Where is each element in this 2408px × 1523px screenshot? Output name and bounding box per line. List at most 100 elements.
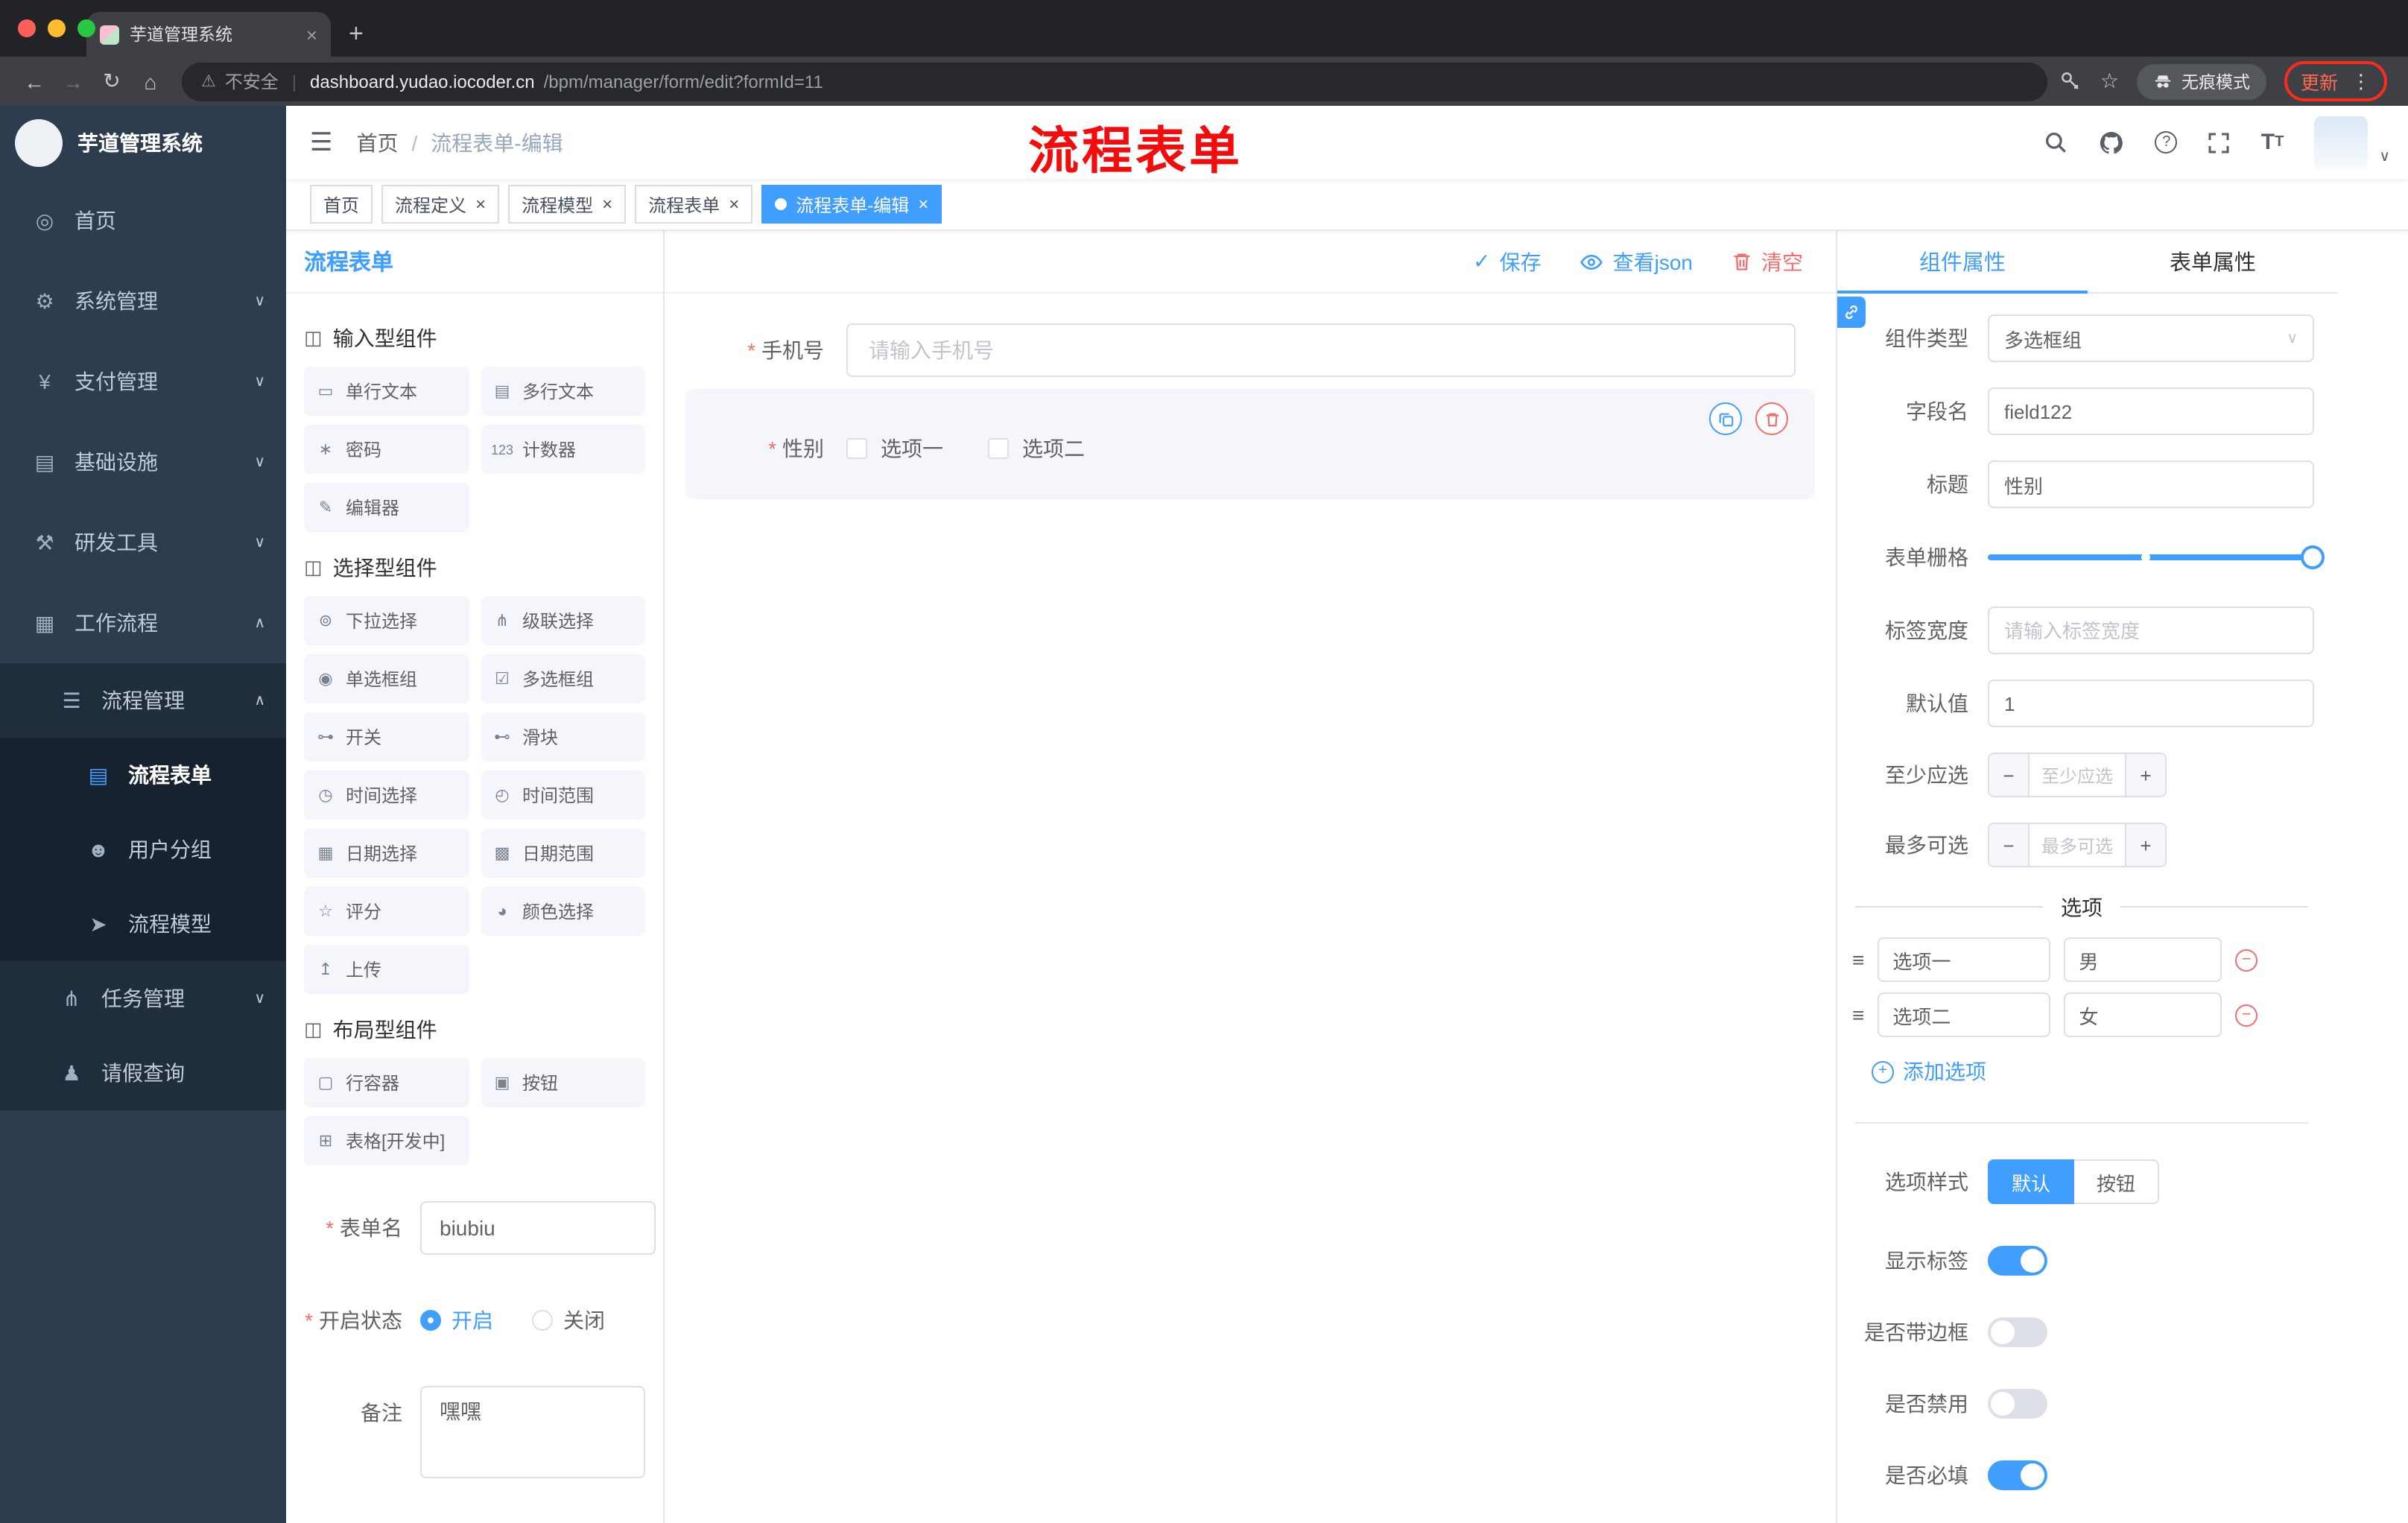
sidebar-item-system[interactable]: ⚙ 系统管理 ∨	[0, 261, 286, 341]
component-single-line-text[interactable]: ▭ 单行文本	[304, 367, 469, 416]
update-button[interactable]: 更新	[2301, 67, 2338, 95]
component-date-range[interactable]: ▩ 日期范围	[481, 829, 645, 878]
address-bar[interactable]: ⚠ 不安全 | dashboard.yudao.iocoder.cn /bpm/…	[182, 62, 2048, 101]
component-multi-line-text[interactable]: ▤ 多行文本	[481, 367, 645, 416]
sidebar-item-task-management[interactable]: ⋔ 任务管理 ∨	[0, 961, 286, 1036]
status-radio-off[interactable]: 关闭	[532, 1294, 605, 1347]
sidebar-item-process-form[interactable]: ▤ 流程表单	[0, 738, 286, 812]
phone-input[interactable]	[846, 323, 1796, 377]
sidebar-item-leave-query[interactable]: ♟ 请假查询	[0, 1036, 286, 1110]
home-icon[interactable]: ⌂	[131, 69, 170, 93]
sidebar-item-process-management[interactable]: ☰ 流程管理 ∧	[0, 663, 286, 738]
sidebar-item-infrastructure[interactable]: ▤ 基础设施 ∨	[0, 422, 286, 502]
field-gender-selected[interactable]: 性别 选项一 选项二	[685, 389, 1815, 499]
tag-process-form[interactable]: 流程表单 ×	[635, 185, 753, 224]
checkbox-box[interactable]	[846, 438, 867, 459]
close-window-button[interactable]	[18, 19, 36, 37]
component-button[interactable]: ▣ 按钮	[481, 1058, 645, 1107]
option-1-value-input[interactable]	[2064, 937, 2222, 982]
component-switch[interactable]: ⊶ 开关	[304, 712, 469, 762]
drag-handle-icon[interactable]: ≡	[1852, 1003, 1864, 1027]
component-upload[interactable]: ↥ 上传	[304, 945, 469, 994]
slider-track[interactable]	[1988, 545, 2325, 569]
gender-option-2[interactable]: 选项二	[988, 434, 1085, 463]
close-icon[interactable]: ×	[918, 195, 928, 213]
tag-process-definition[interactable]: 流程定义 ×	[381, 185, 500, 224]
component-type-select[interactable]: 多选框组 ∨	[1988, 314, 2314, 362]
close-icon[interactable]: ×	[729, 195, 739, 213]
component-time-picker[interactable]: ◷ 时间选择	[304, 770, 469, 820]
tag-home[interactable]: 首页	[310, 185, 373, 224]
save-button[interactable]: ✓ 保存	[1473, 247, 1541, 276]
forward-icon[interactable]: →	[54, 69, 92, 93]
sidebar-item-user-groups[interactable]: ☻ 用户分组	[0, 812, 286, 887]
component-row-container[interactable]: ▢ 行容器	[304, 1058, 469, 1107]
min-select-value[interactable]: 至少应选	[2030, 754, 2125, 796]
browser-tab[interactable]: 芋道管理系统 ×	[86, 12, 331, 57]
show-label-toggle[interactable]	[1988, 1246, 2047, 1276]
close-icon[interactable]: ×	[602, 195, 612, 213]
default-value-input[interactable]	[1988, 680, 2314, 727]
required-toggle[interactable]	[1988, 1460, 2047, 1490]
bookmark-star-icon[interactable]: ☆	[2100, 69, 2119, 94]
component-counter[interactable]: 123 计数器	[481, 425, 645, 474]
style-default-button[interactable]: 默认	[1988, 1159, 2075, 1204]
component-editor[interactable]: ✎ 编辑器	[304, 483, 469, 532]
view-json-button[interactable]: 查看json	[1580, 247, 1693, 276]
disabled-toggle[interactable]	[1988, 1389, 2047, 1419]
font-size-icon[interactable]: TT	[2261, 131, 2284, 153]
checkbox-box[interactable]	[988, 438, 1009, 459]
help-icon[interactable]: ?	[2155, 131, 2178, 154]
component-date-picker[interactable]: ▦ 日期选择	[304, 829, 469, 878]
form-name-input[interactable]	[420, 1201, 656, 1255]
tab-component-props[interactable]: 组件属性	[1837, 231, 2088, 294]
field-name-input[interactable]	[1988, 387, 2314, 435]
github-icon[interactable]	[2099, 129, 2126, 156]
breadcrumb-home[interactable]: 首页	[357, 127, 399, 157]
label-width-input[interactable]	[1988, 607, 2314, 654]
component-cascader[interactable]: ⋔ 级联选择	[481, 596, 645, 645]
sidebar-item-home[interactable]: ◎ 首页	[0, 180, 286, 261]
hamburger-icon[interactable]: ☰	[310, 127, 333, 157]
option-1-label-input[interactable]	[1878, 937, 2051, 982]
avatar-caret-icon[interactable]: ∨	[2379, 148, 2390, 165]
reload-icon[interactable]: ↻	[92, 69, 131, 94]
browser-menu-icon[interactable]: ⋮	[2351, 69, 2371, 93]
sidebar-item-devtools[interactable]: ⚒ 研发工具 ∨	[0, 502, 286, 583]
component-table[interactable]: ⊞ 表格[开发中]	[304, 1116, 469, 1165]
tab-close-icon[interactable]: ×	[306, 25, 317, 44]
option-2-value-input[interactable]	[2064, 992, 2222, 1037]
style-button-button[interactable]: 按钮	[2074, 1159, 2160, 1204]
max-select-value[interactable]: 最多可选	[2030, 824, 2125, 866]
tab-form-props[interactable]: 表单属性	[2088, 231, 2338, 292]
remove-option-icon[interactable]: −	[2235, 949, 2258, 971]
component-password[interactable]: ∗ 密码	[304, 425, 469, 474]
avatar[interactable]	[2313, 115, 2368, 170]
field-phone[interactable]: 手机号	[685, 323, 1815, 377]
delete-item-button[interactable]	[1755, 402, 1788, 435]
component-rate[interactable]: ☆ 评分	[304, 887, 469, 936]
back-icon[interactable]: ←	[15, 69, 54, 93]
close-icon[interactable]: ×	[475, 195, 486, 213]
component-checkbox-group[interactable]: ☑ 多选框组	[481, 654, 645, 703]
zoom-window-button[interactable]	[77, 19, 95, 37]
remove-option-icon[interactable]: −	[2235, 1004, 2258, 1026]
copy-item-button[interactable]	[1709, 402, 1742, 435]
form-remark-textarea[interactable]: 嘿嘿	[420, 1386, 645, 1478]
decrement-button[interactable]: −	[1989, 754, 2030, 796]
slider-handle[interactable]	[2301, 545, 2325, 569]
increment-button[interactable]: +	[2125, 824, 2165, 866]
title-input[interactable]	[1988, 460, 2314, 508]
grid-slider[interactable]	[1988, 533, 2325, 581]
increment-button[interactable]: +	[2125, 754, 2165, 796]
component-color-picker[interactable]: ◕ 颜色选择	[481, 887, 645, 936]
tag-process-model[interactable]: 流程模型 ×	[508, 185, 627, 224]
status-radio-on[interactable]: 开启	[420, 1294, 493, 1347]
sidebar-item-workflow[interactable]: ▦ 工作流程 ∧	[0, 583, 286, 663]
component-time-range[interactable]: ◴ 时间范围	[481, 770, 645, 820]
component-dropdown[interactable]: ⊚ 下拉选择	[304, 596, 469, 645]
security-label[interactable]: 不安全	[225, 69, 279, 94]
gender-option-1[interactable]: 选项一	[846, 434, 943, 463]
option-2-label-input[interactable]	[1878, 992, 2051, 1037]
drag-handle-icon[interactable]: ≡	[1852, 948, 1864, 972]
